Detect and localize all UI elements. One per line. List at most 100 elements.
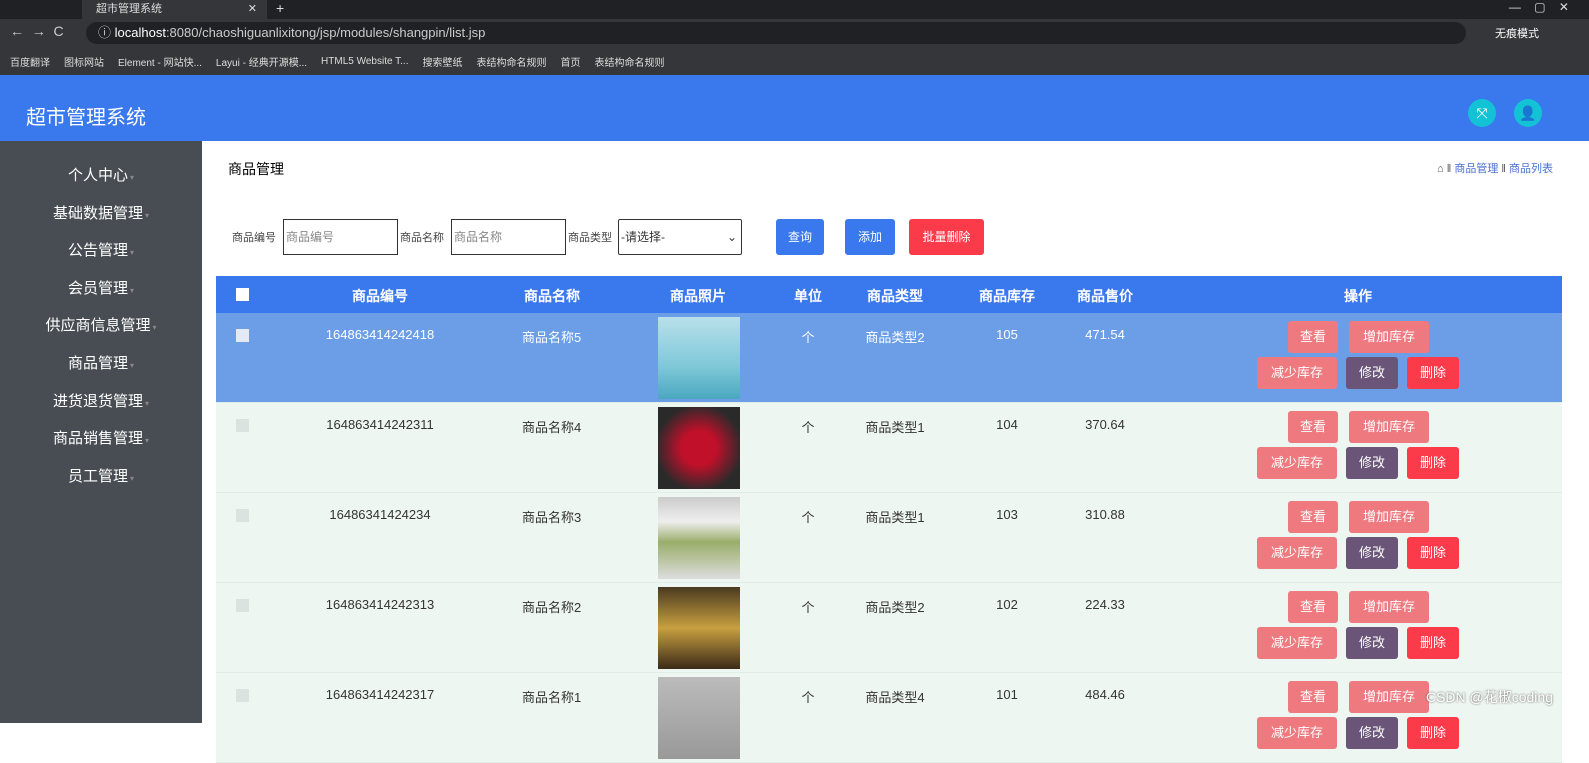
edit-button[interactable]: 修改 bbox=[1346, 537, 1398, 569]
view-button[interactable]: 查看 bbox=[1288, 321, 1338, 353]
new-tab-icon[interactable]: + bbox=[276, 0, 284, 16]
cell-type: 商品类型4 bbox=[865, 690, 925, 705]
user-icon[interactable]: 👤 bbox=[1514, 99, 1542, 127]
reduce-stock-button[interactable]: 减少库存 bbox=[1257, 357, 1337, 389]
query-button[interactable]: 查询 bbox=[776, 219, 824, 255]
code-input[interactable]: 商品编号 bbox=[283, 219, 398, 255]
cell-price: 370.64 bbox=[1085, 417, 1125, 432]
type-label: 商品类型 bbox=[568, 232, 612, 244]
address-bar-row: ← → C ⓘ localhost:8080/chaoshiguanlixito… bbox=[0, 19, 1589, 48]
edit-button[interactable]: 修改 bbox=[1346, 357, 1398, 389]
row-checkbox[interactable] bbox=[236, 419, 249, 432]
view-button[interactable]: 查看 bbox=[1288, 681, 1338, 713]
delete-button[interactable]: 删除 bbox=[1407, 627, 1459, 659]
reduce-stock-button[interactable]: 减少库存 bbox=[1257, 447, 1337, 479]
cell-code: 164863414242311 bbox=[326, 417, 434, 432]
delete-button[interactable]: 删除 bbox=[1407, 357, 1459, 389]
crumb-link[interactable]: 商品管理 bbox=[1454, 163, 1498, 175]
close-tab-icon[interactable]: ✕ bbox=[248, 0, 257, 18]
bookmark-item[interactable]: Layui - 经典开源模... bbox=[216, 54, 307, 69]
col-unit: 单位 bbox=[794, 288, 822, 304]
sidebar: 个人中心基础数据管理公告管理会员管理供应商信息管理商品管理进货退货管理商品销售管… bbox=[0, 141, 202, 723]
bookmark-item[interactable]: 图标网站 bbox=[64, 54, 104, 69]
add-stock-button[interactable]: 增加库存 bbox=[1349, 681, 1429, 713]
cell-unit: 个 bbox=[801, 330, 815, 345]
row-checkbox[interactable] bbox=[236, 599, 249, 612]
fullscreen-icon[interactable]: ⤧ bbox=[1468, 99, 1496, 127]
table-row[interactable]: 16486341424234 商品名称3 个 商品类型1 103 310.88 查看 增加库… bbox=[216, 493, 1562, 583]
product-photo bbox=[658, 587, 740, 669]
sidebar-item[interactable]: 基础数据管理 bbox=[0, 195, 202, 233]
bookmark-item[interactable]: HTML5 Website T... bbox=[321, 56, 408, 67]
add-stock-button[interactable]: 增加库存 bbox=[1349, 411, 1429, 443]
cell-code: 164863414242317 bbox=[325, 687, 435, 702]
sidebar-item[interactable]: 进货退货管理 bbox=[0, 383, 202, 421]
col-name: 商品名称 bbox=[524, 288, 580, 304]
cell-code: 164863414242313 bbox=[325, 597, 435, 612]
crumb-current: 商品列表 bbox=[1509, 163, 1553, 175]
delete-button[interactable]: 删除 bbox=[1407, 537, 1459, 569]
tab-title: 超市管理系统 bbox=[96, 3, 162, 15]
edit-button[interactable]: 修改 bbox=[1346, 717, 1398, 749]
batch-delete-button[interactable]: 批量删除 bbox=[909, 219, 984, 255]
nav-buttons-icon[interactable]: ← → C bbox=[10, 23, 64, 39]
sidebar-item[interactable]: 商品销售管理 bbox=[0, 420, 202, 458]
table-row[interactable]: 164863414242311 商品名称4 个 商品类型1 104 370.64 查看 增加… bbox=[216, 403, 1562, 493]
reduce-stock-button[interactable]: 减少库存 bbox=[1257, 537, 1337, 569]
cell-stock: 101 bbox=[996, 687, 1018, 702]
sidebar-item[interactable]: 商品管理 bbox=[0, 345, 202, 383]
table-row[interactable]: 164863414242313 商品名称2 个 商品类型2 102 224.33 查看 增加… bbox=[216, 583, 1562, 673]
window-controls[interactable]: — ▢ ✕ bbox=[1509, 0, 1569, 14]
home-icon[interactable]: ⌂ ‖ bbox=[1437, 163, 1454, 175]
add-stock-button[interactable]: 增加库存 bbox=[1349, 501, 1429, 533]
edit-button[interactable]: 修改 bbox=[1346, 447, 1398, 479]
name-input[interactable]: 商品名称 bbox=[451, 219, 566, 255]
sidebar-item[interactable]: 员工管理 bbox=[0, 458, 202, 496]
product-photo bbox=[658, 317, 740, 399]
add-stock-button[interactable]: 增加库存 bbox=[1349, 591, 1429, 623]
col-actions: 操作 bbox=[1344, 288, 1372, 304]
col-code: 商品编号 bbox=[352, 288, 408, 304]
view-button[interactable]: 查看 bbox=[1288, 591, 1338, 623]
incognito-label[interactable]: 无痕模式 bbox=[1495, 25, 1539, 41]
table-row[interactable]: 164863414242418 商品名称5 个 商品类型2 105 471.54 查看 增加… bbox=[216, 313, 1562, 403]
type-select[interactable]: -请选择- ⌄ bbox=[618, 219, 742, 255]
edit-button[interactable]: 修改 bbox=[1346, 627, 1398, 659]
delete-button[interactable]: 删除 bbox=[1407, 447, 1459, 479]
url-input[interactable]: ⓘ localhost:8080/chaoshiguanlixitong/jsp… bbox=[86, 22, 1466, 44]
browser-tabbar: 超市管理系统 ✕ + — ▢ ✕ bbox=[0, 0, 1589, 19]
bookmark-item[interactable]: 首页 bbox=[560, 54, 580, 69]
cell-unit: 个 bbox=[801, 690, 815, 705]
cell-unit: 个 bbox=[801, 510, 815, 525]
bookmark-item[interactable]: 表结构命名规则 bbox=[476, 54, 546, 69]
reduce-stock-button[interactable]: 减少库存 bbox=[1257, 717, 1337, 749]
col-stock: 商品库存 bbox=[979, 288, 1035, 304]
table-row[interactable]: 164863414242317 商品名称1 个 商品类型4 101 484.46 查看 增加… bbox=[216, 673, 1562, 763]
add-stock-button[interactable]: 增加库存 bbox=[1349, 321, 1429, 353]
reduce-stock-button[interactable]: 减少库存 bbox=[1257, 627, 1337, 659]
row-checkbox[interactable] bbox=[236, 689, 249, 702]
view-button[interactable]: 查看 bbox=[1288, 411, 1338, 443]
page-title: 商品管理 bbox=[228, 161, 284, 177]
cell-stock: 104 bbox=[996, 417, 1018, 432]
row-checkbox[interactable] bbox=[236, 329, 249, 342]
bookmark-item[interactable]: 百度翻译 bbox=[10, 54, 50, 69]
sidebar-item[interactable]: 个人中心 bbox=[0, 157, 202, 195]
sidebar-item[interactable]: 公告管理 bbox=[0, 232, 202, 270]
bookmark-item[interactable]: 表结构命名规则 bbox=[594, 54, 664, 69]
delete-button[interactable]: 删除 bbox=[1407, 717, 1459, 749]
bookmark-item[interactable]: 搜索壁纸 bbox=[422, 54, 462, 69]
view-button[interactable]: 查看 bbox=[1288, 501, 1338, 533]
browser-tab[interactable]: 超市管理系统 ✕ bbox=[82, 0, 267, 19]
sidebar-item[interactable]: 供应商信息管理 bbox=[0, 307, 202, 345]
watermark: CSDN @花椒coding bbox=[1425, 689, 1553, 705]
bookmark-item[interactable]: Element - 网站快... bbox=[118, 54, 202, 69]
row-checkbox[interactable] bbox=[236, 509, 249, 522]
select-all-checkbox[interactable] bbox=[236, 288, 249, 301]
product-photo bbox=[658, 677, 740, 759]
sidebar-item[interactable]: 会员管理 bbox=[0, 270, 202, 308]
product-photo bbox=[658, 407, 740, 489]
product-table: 商品编号 商品名称 商品照片 单位 商品类型 商品库存 商品售价 操作 1648… bbox=[216, 276, 1562, 763]
cell-code: 16486341424234 bbox=[329, 507, 431, 522]
add-button[interactable]: 添加 bbox=[845, 219, 895, 255]
